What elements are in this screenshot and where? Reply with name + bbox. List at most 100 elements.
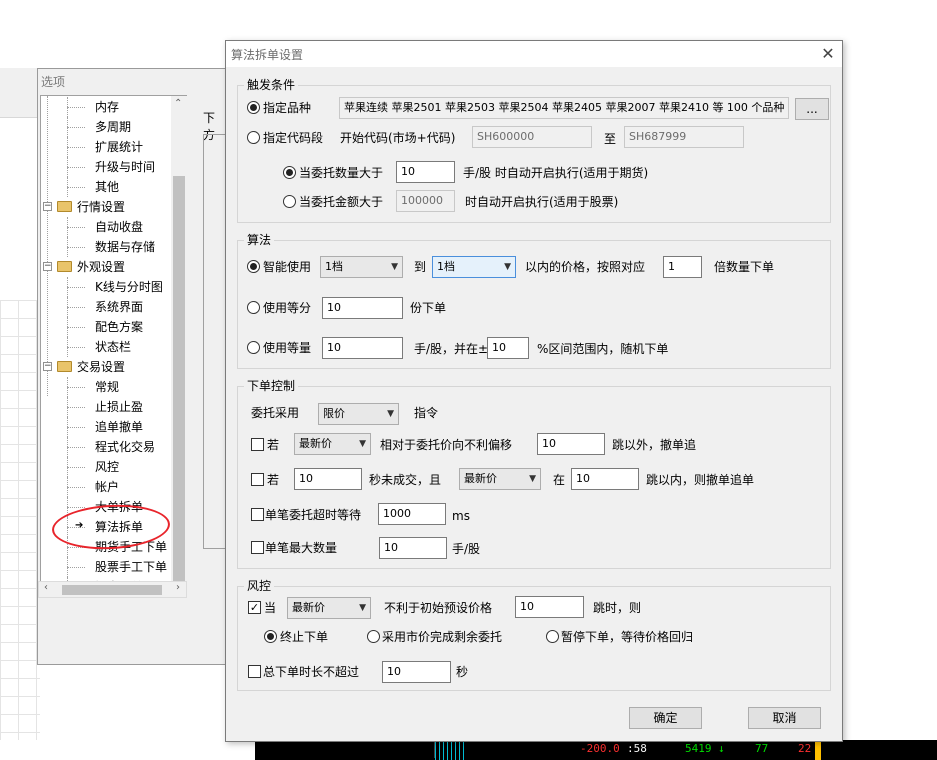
market-price: -200.0 [580, 742, 620, 755]
to-level-value: 1档 [437, 260, 455, 273]
specify-code-range-radio[interactable] [247, 131, 260, 144]
chase-checkbox[interactable] [251, 473, 264, 486]
timeout-checkbox[interactable] [251, 508, 264, 521]
risk-price-source-select[interactable]: 最新价 ▼ [287, 597, 371, 619]
offset-price-source-select[interactable]: 最新价 ▼ [294, 433, 371, 455]
seconds-text: 秒未成交，且 [369, 473, 442, 487]
collapse-icon[interactable]: − [43, 202, 52, 211]
chase-if-label: 若 [267, 473, 280, 487]
tree-branch-line [67, 287, 85, 288]
chase-price-source-select[interactable]: 最新价 ▼ [459, 468, 541, 490]
multiple-input[interactable]: 1 [663, 256, 702, 278]
max-qty-input[interactable]: 10 [379, 537, 447, 559]
seconds-input[interactable]: 10 [294, 468, 362, 490]
tree-branch-line [67, 407, 85, 408]
tree-item-10[interactable]: 系统界面 [95, 297, 143, 317]
timeout-input[interactable]: 1000 [378, 503, 446, 525]
offset-input[interactable]: 10 [537, 433, 605, 455]
timeout-label: 单笔委托超时等待 [265, 508, 362, 522]
ok-button[interactable]: 确定 [629, 707, 702, 729]
equal-qty-label: 使用等量 [263, 341, 312, 355]
tree-item-9[interactable]: K线与分时图 [95, 277, 163, 297]
risk-adverse-text: 不利于初始预设价格 [384, 601, 493, 615]
tree-item-11[interactable]: 配色方案 [95, 317, 143, 337]
tree-item-19[interactable]: 帐户 [95, 477, 119, 497]
multiple-suffix: 倍数量下单 [714, 260, 775, 274]
risk-jump-input[interactable]: 10 [515, 596, 584, 618]
amount-trigger-radio[interactable] [283, 195, 296, 208]
scroll-right-icon[interactable]: › [176, 582, 180, 593]
offset-price-source-value: 最新价 [299, 437, 332, 450]
instruction-label: 指令 [414, 406, 439, 420]
tree-item-17[interactable]: 程式化交易 [95, 437, 155, 457]
dialog-titlebar [226, 41, 842, 67]
chase-in-input[interactable]: 10 [571, 468, 639, 490]
tree-item-7[interactable]: 数据与存储 [95, 237, 155, 257]
equal-split-input[interactable]: 10 [322, 297, 403, 319]
chase-price-source-value: 最新价 [464, 472, 497, 485]
tree-item-1[interactable]: 多周期 [95, 117, 131, 137]
equal-qty-input[interactable]: 10 [322, 337, 403, 359]
risk-price-source-value: 最新价 [292, 601, 325, 614]
to-level-select[interactable]: 1档 ▼ [432, 256, 516, 278]
from-level-value: 1档 [325, 260, 343, 273]
options-title: 选项 [41, 75, 66, 89]
tree-item-12[interactable]: 状态栏 [95, 337, 131, 357]
total-time-checkbox[interactable] [248, 665, 261, 678]
tree-branch-line [67, 187, 85, 188]
risk-when-checkbox[interactable]: ✓ [248, 601, 261, 614]
collapse-icon[interactable]: − [43, 362, 52, 371]
range-input[interactable]: 10 [487, 337, 529, 359]
tree-item-0[interactable]: 内存 [95, 97, 119, 117]
scroll-up-icon[interactable]: ⌃ [174, 98, 182, 109]
tree-item-2[interactable]: 扩展统计 [95, 137, 143, 157]
market-value-1: 5419 [685, 742, 712, 755]
end-code-input[interactable]: SH687999 [624, 126, 744, 148]
max-qty-unit: 手/股 [452, 542, 481, 556]
tree-scrollbar-thumb[interactable] [173, 176, 185, 586]
offset-checkbox[interactable] [251, 438, 264, 451]
equal-split-radio[interactable] [247, 301, 260, 314]
tree-item-23[interactable]: 股票手工下单 [95, 557, 167, 577]
tree-item-4[interactable]: 其他 [95, 177, 119, 197]
qty-trigger-radio[interactable] [283, 166, 296, 179]
market-complete-radio[interactable] [367, 630, 380, 643]
smart-use-radio[interactable] [247, 260, 260, 273]
tree-item-14[interactable]: 常规 [95, 377, 119, 397]
qty-trigger-input[interactable]: 10 [396, 161, 455, 183]
tree-item-16[interactable]: 追单撤单 [95, 417, 143, 437]
amount-trigger-input[interactable]: 100000 [396, 190, 455, 212]
tree-h-scrollbar-thumb[interactable] [62, 585, 162, 595]
max-qty-checkbox[interactable] [251, 541, 264, 554]
cancel-button[interactable]: 取消 [748, 707, 821, 729]
offset-if-label: 若 [267, 438, 280, 452]
tree-group-8[interactable]: 外观设置 [77, 257, 125, 277]
close-icon[interactable]: ✕ [817, 43, 839, 65]
tree-item-18[interactable]: 风控 [95, 457, 119, 477]
products-field[interactable]: 苹果连续 苹果2501 苹果2503 苹果2504 苹果2405 苹果2007 … [339, 97, 789, 119]
specify-product-radio[interactable] [247, 101, 260, 114]
from-level-select[interactable]: 1档 ▼ [320, 256, 403, 278]
total-time-input[interactable]: 10 [382, 661, 451, 683]
tree-item-3[interactable]: 升级与时间 [95, 157, 155, 177]
market-arrow: ↓ [718, 742, 725, 755]
tree-group-5[interactable]: 行情设置 [77, 197, 125, 217]
order-use-label: 委托采用 [251, 406, 300, 420]
trigger-group-title: 触发条件 [244, 77, 299, 93]
start-code-input[interactable]: SH600000 [472, 126, 592, 148]
tree-group-13[interactable]: 交易设置 [77, 357, 125, 377]
pause-order-radio[interactable] [546, 630, 559, 643]
code-to-label: 至 [604, 132, 617, 146]
collapse-icon[interactable]: − [43, 262, 52, 271]
chevron-down-icon: ▼ [387, 409, 394, 419]
tree-item-15[interactable]: 止损止盈 [95, 397, 143, 417]
equal-qty-radio[interactable] [247, 341, 260, 354]
price-type-select[interactable]: 限价 ▼ [318, 403, 399, 425]
scroll-left-icon[interactable]: ‹ [44, 582, 48, 593]
background-toolbar [0, 68, 40, 118]
tree-item-6[interactable]: 自动收盘 [95, 217, 143, 237]
browse-products-button[interactable]: ... [795, 98, 829, 120]
stop-order-radio[interactable] [264, 630, 277, 643]
tree-branch-line [67, 127, 85, 128]
tree-branch-line [67, 107, 85, 108]
